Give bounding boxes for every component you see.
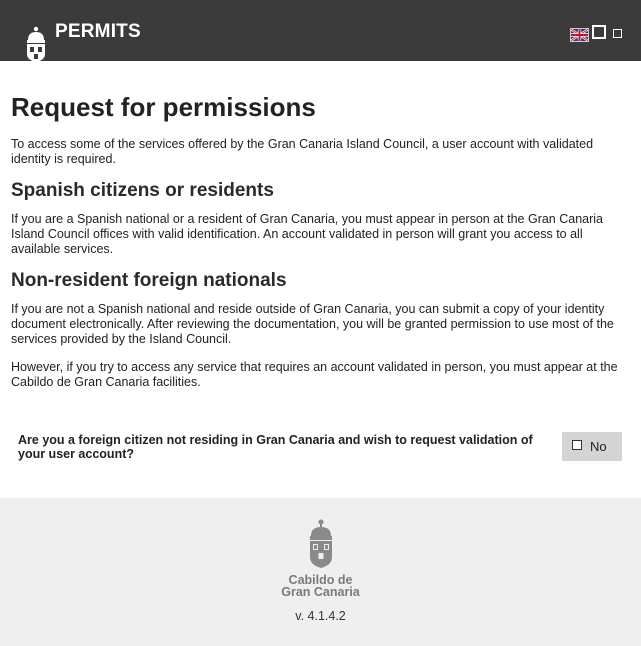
validation-question: Are you a foreign citizen not residing i…	[18, 433, 533, 461]
main-content: Request for permissions To access some o…	[11, 92, 631, 403]
section-title-spanish: Spanish citizens or residents	[11, 180, 274, 201]
brand-line-2: Gran Canaria	[281, 585, 360, 599]
uk-flag-icon[interactable]	[570, 28, 589, 42]
intro-text: To access some of the services offered b…	[11, 137, 594, 166]
section-title-foreign: Non-resident foreign nationals	[11, 270, 287, 291]
square-outline-icon[interactable]	[592, 25, 606, 39]
no-toggle-button[interactable]: No	[562, 432, 622, 461]
cabildo-crest-logo	[310, 519, 332, 568]
no-button-label: No	[590, 439, 607, 454]
top-bar: PERMITS	[0, 0, 641, 62]
section-text-foreign-2: However, if you try to access any servic…	[11, 360, 618, 389]
version-label: v. 4.1.4.2	[295, 609, 346, 623]
app-title: PERMITS	[55, 21, 141, 42]
checkbox-icon	[572, 440, 582, 450]
square-small-icon[interactable]	[613, 29, 622, 38]
crest-icon	[27, 26, 45, 62]
page-title: Request for permissions	[11, 92, 316, 122]
validation-question-row: Are you a foreign citizen not residing i…	[18, 432, 622, 464]
section-text-foreign-1: If you are not a Spanish national and re…	[11, 302, 614, 346]
footer: Cabildo de Gran Canaria v. 4.1.4.2	[0, 498, 641, 646]
section-text-spanish: If you are a Spanish national or a resid…	[11, 212, 604, 256]
